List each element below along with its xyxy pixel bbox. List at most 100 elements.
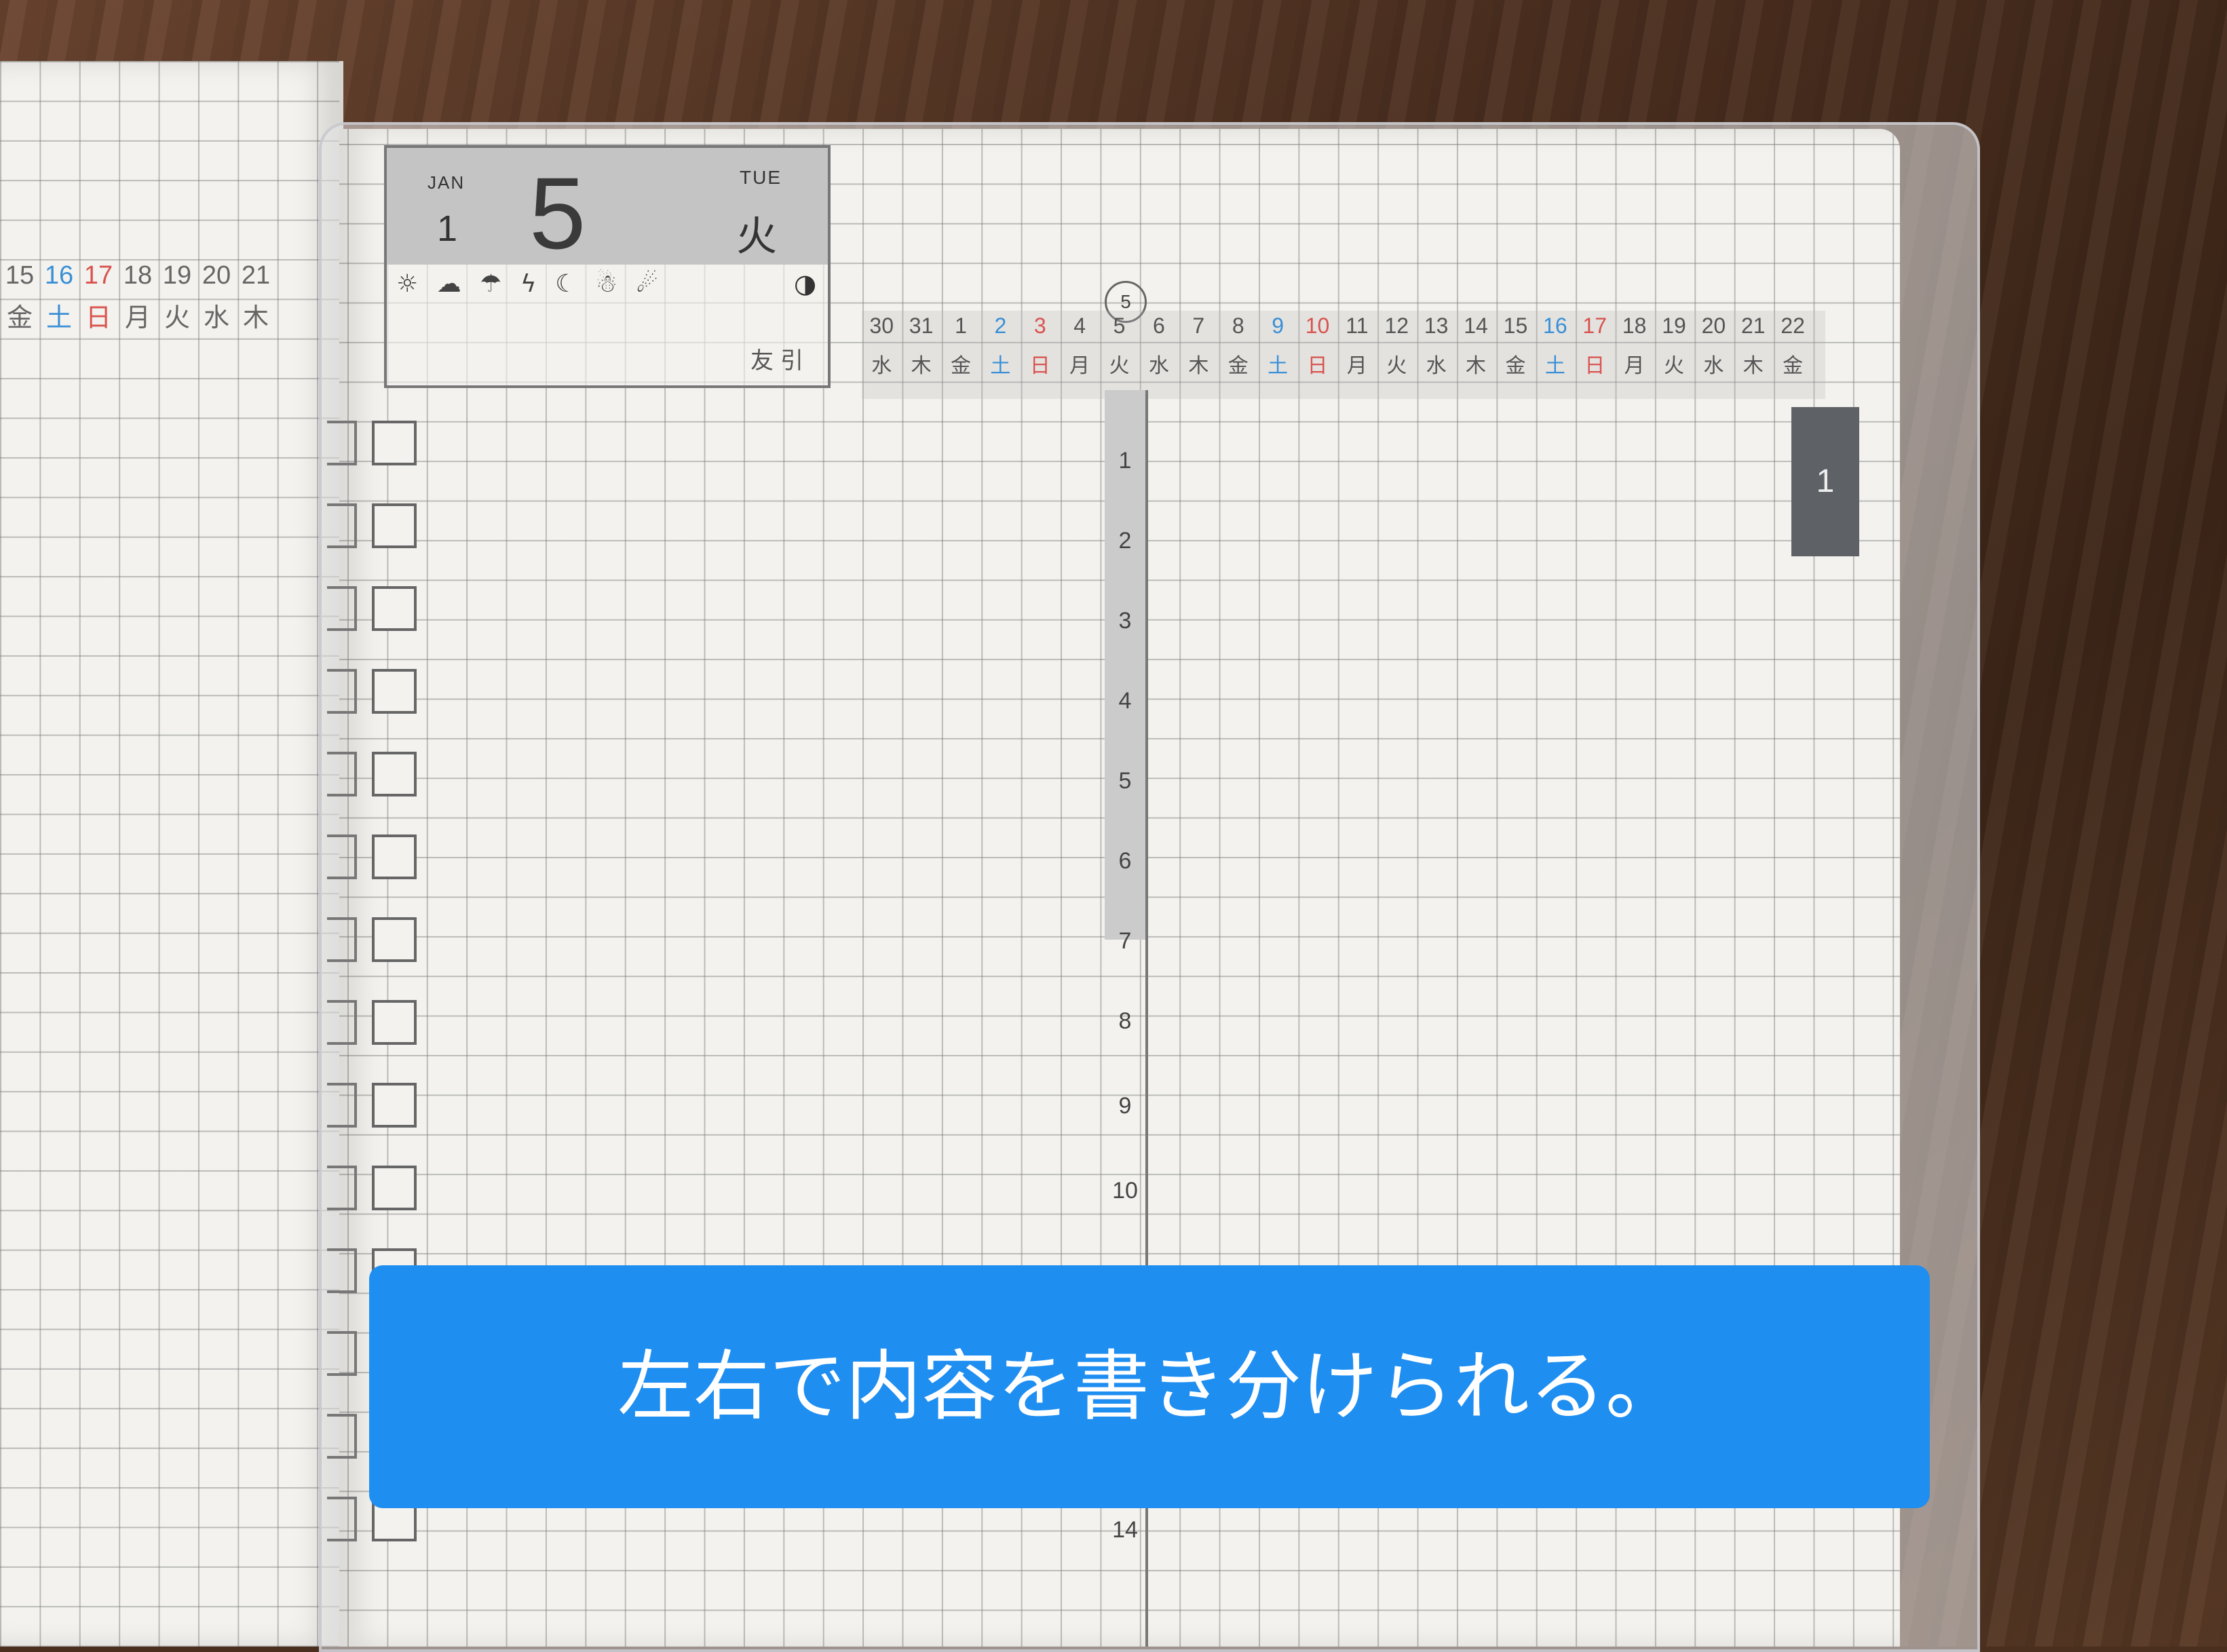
timeline-strip: 30 31 1 2 3 4 5 6 7 8 9 10 11 12 13 14 15 16 17 18 19 20 21 22 … [862,311,1825,399]
timeline-date: 5 [1113,313,1126,338]
timeline-weekday: 木 [1466,355,1487,377]
hour-label: 3 [1118,608,1132,634]
hour-label: 7 [1118,928,1132,954]
month-label: JAN [427,172,465,193]
month-number: 1 [437,208,458,249]
timeline-date: 14 [1464,313,1488,338]
timeline-weekday: 日 [1029,355,1050,377]
timeline-date: 31 [909,313,934,338]
timeline-weekdays: 水木金土日月火水木金土日月火水木金土日月火水木金 [862,349,1812,379]
timeline-weekday: 日 [1307,355,1328,377]
date-header-box: JAN 1 5 TUE 火 ☼ ☁ ☂ ϟ ☾ ☃ ☄ ◑ 友引 [384,145,831,388]
left-page-box [327,1331,357,1376]
timeline-date: 10 [1305,313,1330,338]
left-date: 18 [123,261,153,290]
left-page-box [327,1000,357,1045]
timeline-weekday: 金 [1783,355,1804,377]
task-checkbox[interactable] [372,421,417,465]
timeline-date: 18 [1622,313,1647,338]
timeline-date: 21 [1740,313,1766,338]
timeline-date: 1 [955,313,967,338]
timeline-weekday: 土 [1268,355,1289,377]
hour-label: 6 [1118,848,1132,874]
timeline-weekday: 金 [1227,355,1249,377]
left-date: 17 [83,261,113,290]
hour-label: 8 [1118,1008,1132,1034]
timeline-dates: 30 31 1 2 3 4 5 6 7 8 9 10 11 12 13 14 15 16 17 18 19 20 21 22 [862,313,1812,339]
timeline-date: 4 [1073,313,1086,338]
left-weekday: 火 [164,304,190,332]
task-checkbox[interactable] [372,669,417,714]
left-page-box [327,1166,357,1210]
timeline-weekday: 月 [1346,355,1367,377]
task-checkbox[interactable] [372,586,417,631]
timeline-date: 7 [1192,313,1205,338]
task-checkbox[interactable] [372,917,417,962]
timeline-date: 17 [1582,313,1607,338]
left-date: 15 [5,261,35,290]
left-weekday: 金 [6,304,33,332]
timeline-weekday: 木 [911,355,932,377]
left-date: 19 [162,261,192,290]
caption-banner: 左右で内容を書き分けられる。 [369,1265,1930,1508]
weather-icons: ☼ ☁ ☂ ϟ ☾ ☃ ☄ [396,270,664,298]
timeline-weekday: 水 [1426,355,1447,377]
left-date: 21 [241,261,271,290]
left-date: 16 [44,261,74,290]
hour-label: 10 [1112,1178,1138,1204]
task-checkbox[interactable] [372,503,417,548]
timeline-date: 30 [869,313,894,338]
task-checkbox[interactable] [372,834,417,879]
timeline-date: 6 [1153,313,1165,338]
timeline-date: 13 [1424,313,1449,338]
timeline-date: 16 [1543,313,1567,338]
task-checkbox[interactable] [372,1166,417,1210]
timeline-weekday: 土 [990,355,1011,377]
task-checkbox[interactable] [372,752,417,796]
left-page-box [327,1497,357,1541]
hour-label: 14 [1112,1517,1138,1543]
left-page-box [327,669,357,714]
left-page-box [327,917,357,962]
weekday-en: TUE [740,167,782,188]
timeline-weekday: 金 [1505,355,1526,377]
timeline-date: 22 [1781,313,1805,338]
hour-label: 4 [1118,688,1132,714]
timeline-weekday: 水 [1148,355,1169,377]
left-weekday: 土 [45,304,72,332]
left-weekday: 月 [124,304,151,332]
left-weekday: 水 [203,304,229,332]
timeline-weekday: 金 [950,355,971,377]
timeline-date: 19 [1662,313,1686,338]
timeline-weekday: 月 [1069,355,1090,377]
timeline-weekday: 月 [1624,355,1645,377]
timeline-date: 8 [1232,313,1244,338]
timeline-date: 20 [1701,313,1726,338]
task-checkbox[interactable] [372,1083,417,1128]
hour-label: 1 [1118,448,1132,474]
rokuyo-label: 友引 [750,347,810,374]
left-page-box [327,1083,357,1128]
hour-label: 5 [1118,768,1132,794]
left-page-box [327,421,357,465]
timeline-weekday: 木 [1743,355,1764,377]
left-page-box [327,503,357,548]
hour-label: 2 [1118,528,1132,554]
moon-icon: ◑ [794,269,817,299]
timeline-date: 2 [994,313,1007,338]
left-date: 20 [202,261,231,290]
timeline-weekday: 土 [1544,355,1565,377]
task-checkbox[interactable] [372,1000,417,1045]
left-page-box [327,1248,357,1293]
hour-label: 9 [1118,1093,1132,1119]
timeline-date: 11 [1346,313,1369,338]
left-page-box [327,752,357,796]
timeline-date: 3 [1033,313,1046,338]
timeline-date: 9 [1272,313,1284,338]
timeline-weekday: 火 [1109,355,1130,377]
day-number: 5 [529,156,586,270]
left-page-box [327,586,357,631]
timeline-weekday: 水 [1703,355,1724,377]
timeline-weekday: 火 [1386,355,1407,377]
timeline-weekday: 木 [1188,355,1209,377]
